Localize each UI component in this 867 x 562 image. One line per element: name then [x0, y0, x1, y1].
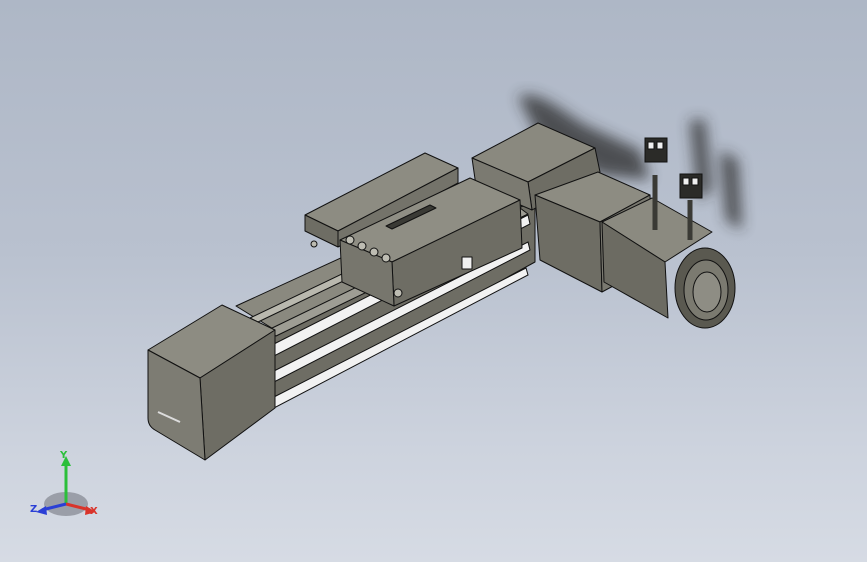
z-arrow-head	[36, 506, 47, 515]
linear-actuator-model[interactable]	[0, 0, 867, 562]
y-axis-label: Y	[60, 450, 68, 461]
graphics-viewport[interactable]: Y X Z	[0, 0, 867, 562]
x-axis-label: X	[90, 506, 98, 517]
front-end-cap[interactable]	[147, 304, 276, 461]
servo-motor[interactable]	[601, 197, 736, 329]
z-axis-label: Z	[30, 504, 38, 515]
